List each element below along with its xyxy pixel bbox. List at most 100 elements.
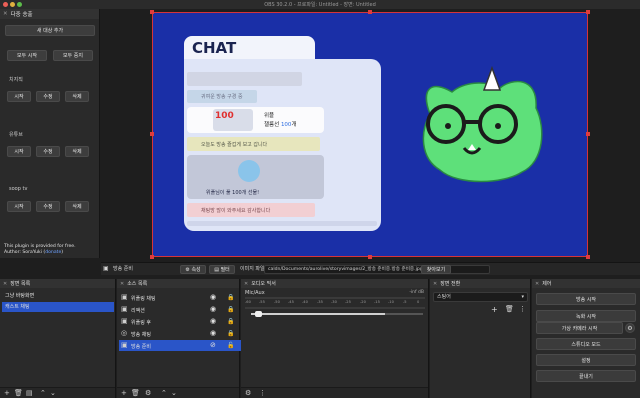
- close-icon[interactable]: ✕: [120, 281, 124, 287]
- source-name: 방송 준비: [131, 344, 151, 350]
- target-start-button[interactable]: 시작: [7, 201, 31, 212]
- donate-link[interactable]: donate: [45, 250, 61, 255]
- filters-button[interactable]: ▤ 필터: [209, 265, 235, 274]
- lock-icon[interactable]: 🔒: [227, 304, 234, 315]
- resize-handle[interactable]: [368, 10, 372, 14]
- close-icon[interactable]: ✕: [535, 281, 539, 287]
- unlock-icon[interactable]: 🔓: [227, 340, 234, 351]
- more-icon[interactable]: ⋮: [519, 305, 526, 313]
- gear-icon[interactable]: ⚙: [625, 323, 635, 333]
- settings-button[interactable]: 설정: [536, 354, 636, 366]
- scenes-toolbar: + 🗑 ▤ ⌃ ⌄: [0, 387, 115, 398]
- resize-handle[interactable]: [150, 132, 154, 136]
- start-recording-button[interactable]: 녹화 시작: [536, 310, 636, 322]
- lock-icon[interactable]: 🔒: [227, 316, 234, 327]
- close-icon[interactable]: ✕: [244, 281, 248, 287]
- target-delete-button[interactable]: 삭제: [65, 146, 89, 157]
- source-item[interactable]: ▣ 방송 준비 ⊘ 🔓: [119, 340, 241, 351]
- audio-mixer-header: ✕ 오디오 믹서: [241, 279, 428, 288]
- resize-handle[interactable]: [586, 10, 590, 14]
- scene-transitions-dock: ✕ 장면 전환 스팅어 ▾ + 🗑 ⋮: [430, 279, 531, 398]
- lock-icon[interactable]: 🔒: [227, 328, 234, 339]
- close-icon[interactable]: ✕: [3, 11, 8, 17]
- target-name: soop tv: [9, 186, 28, 192]
- image-icon: ▣: [121, 317, 128, 325]
- add-icon[interactable]: +: [4, 389, 10, 398]
- volume-slider-handle[interactable]: [255, 311, 262, 317]
- target-start-button[interactable]: 시작: [7, 91, 31, 102]
- target-edit-button[interactable]: 수정: [36, 201, 60, 212]
- start-streaming-button[interactable]: 방송 시작: [536, 293, 636, 305]
- sources-toolbar: + 🗑 ⚙ ⌃ ⌄: [117, 387, 239, 398]
- add-icon[interactable]: +: [121, 389, 127, 398]
- trash-icon[interactable]: 🗑: [505, 305, 514, 313]
- close-icon[interactable]: ✕: [433, 281, 437, 287]
- browse-button[interactable]: 찾아보기: [421, 265, 451, 274]
- sources-dock-title: 소스 목록: [127, 281, 148, 287]
- add-icon[interactable]: +: [491, 305, 498, 314]
- multistream-dock: ✕ 다중 송출 새 대상 추가 모두 시작 모두 중지 치지직 시작 수정 삭제…: [0, 9, 100, 258]
- audio-scale-label: -45: [288, 300, 294, 304]
- more-icon[interactable]: ⋮: [259, 389, 266, 398]
- scene-item[interactable]: 그냥 바탕화면: [2, 291, 114, 301]
- target-edit-button[interactable]: 수정: [36, 91, 60, 102]
- target-delete-button[interactable]: 삭제: [65, 91, 89, 102]
- chat-title: CHAT: [192, 39, 237, 57]
- gear-icon: ⚙: [185, 266, 190, 273]
- start-all-button[interactable]: 모두 시작: [7, 50, 47, 61]
- add-target-button[interactable]: 새 대상 추가: [5, 25, 95, 36]
- audio-meter: [245, 297, 425, 299]
- audio-scale-label: -50: [274, 300, 280, 304]
- trash-icon[interactable]: 🗑: [131, 389, 140, 398]
- gift-text: 위플님이 풀 100개 선물!: [206, 190, 260, 196]
- filter-icon[interactable]: ▤: [26, 389, 33, 398]
- target-delete-button[interactable]: 삭제: [65, 201, 89, 212]
- scene-item[interactable]: 캐스트 채팅: [2, 302, 114, 312]
- target-start-button[interactable]: 시작: [7, 146, 31, 157]
- start-virtual-camera-button[interactable]: 가상 카메라 시작: [536, 322, 623, 334]
- source-item[interactable]: ◎ 방송 채팅 ◉ 🔒: [119, 328, 241, 339]
- resize-handle[interactable]: [368, 255, 372, 259]
- eye-icon[interactable]: ◉: [210, 304, 216, 315]
- exit-button[interactable]: 끝내기: [536, 370, 636, 382]
- filter-icon: ▤: [214, 266, 219, 273]
- eye-icon[interactable]: ◉: [210, 328, 216, 339]
- resize-handle[interactable]: [150, 10, 154, 14]
- resize-handle[interactable]: [150, 255, 154, 259]
- close-icon[interactable]: ✕: [3, 281, 7, 287]
- image-icon: ▣: [121, 293, 128, 301]
- chevron-up-icon[interactable]: ⌃: [161, 389, 167, 398]
- eye-icon[interactable]: ◉: [210, 316, 216, 327]
- image-path-field[interactable]: caldn/Documents/aurolive/storyvimages/2_…: [264, 265, 490, 274]
- trash-icon[interactable]: 🗑: [14, 389, 23, 398]
- resize-handle[interactable]: [586, 255, 590, 259]
- studio-mode-button[interactable]: 스튜디오 모드: [536, 338, 636, 350]
- source-item[interactable]: ▣ 위플링 채팅 ◉ 🔒: [119, 292, 241, 303]
- audio-scale-label: -10: [388, 300, 394, 304]
- chevron-down-icon[interactable]: ⌄: [50, 389, 56, 398]
- chat-row-text: 귀여운 방송 구경 중: [201, 94, 243, 100]
- eye-icon[interactable]: ◉: [210, 292, 216, 303]
- transition-select[interactable]: 스팅어 ▾: [433, 292, 528, 302]
- chevron-down-icon[interactable]: ⌄: [171, 389, 177, 398]
- resize-handle[interactable]: [586, 132, 590, 136]
- stop-all-button[interactable]: 모두 중지: [53, 50, 93, 61]
- source-item[interactable]: ▣ 리액션 ◉ 🔒: [119, 304, 241, 315]
- audio-mixer-dock: ✕ 오디오 믹서 Mic/Aux -inf dB -60 -55 -50 -45 -40…: [241, 279, 429, 398]
- donation-sub: 챌룸선 100개: [264, 120, 297, 128]
- source-item[interactable]: ▣ 위플링 후 ◉ 🔒: [119, 316, 241, 327]
- audio-scale-label: -20: [360, 300, 366, 304]
- chevron-up-icon[interactable]: ⌃: [40, 389, 46, 398]
- properties-button[interactable]: ⚙ 속성: [180, 265, 206, 274]
- gear-icon[interactable]: ⚙: [145, 389, 151, 398]
- eye-off-icon[interactable]: ⊘: [210, 340, 216, 351]
- lock-icon[interactable]: 🔒: [227, 292, 234, 303]
- donation-caption: 위플: [264, 113, 275, 119]
- selected-source-name: 방송 준비: [113, 266, 133, 272]
- multistream-dock-title: 다중 송출: [10, 12, 33, 18]
- gear-icon[interactable]: ⚙: [245, 389, 251, 398]
- volume-slider[interactable]: [251, 313, 423, 315]
- mascot-image: [422, 66, 543, 183]
- target-edit-button[interactable]: 수정: [36, 146, 60, 157]
- sources-dock-header: ✕ 소스 목록: [117, 279, 239, 288]
